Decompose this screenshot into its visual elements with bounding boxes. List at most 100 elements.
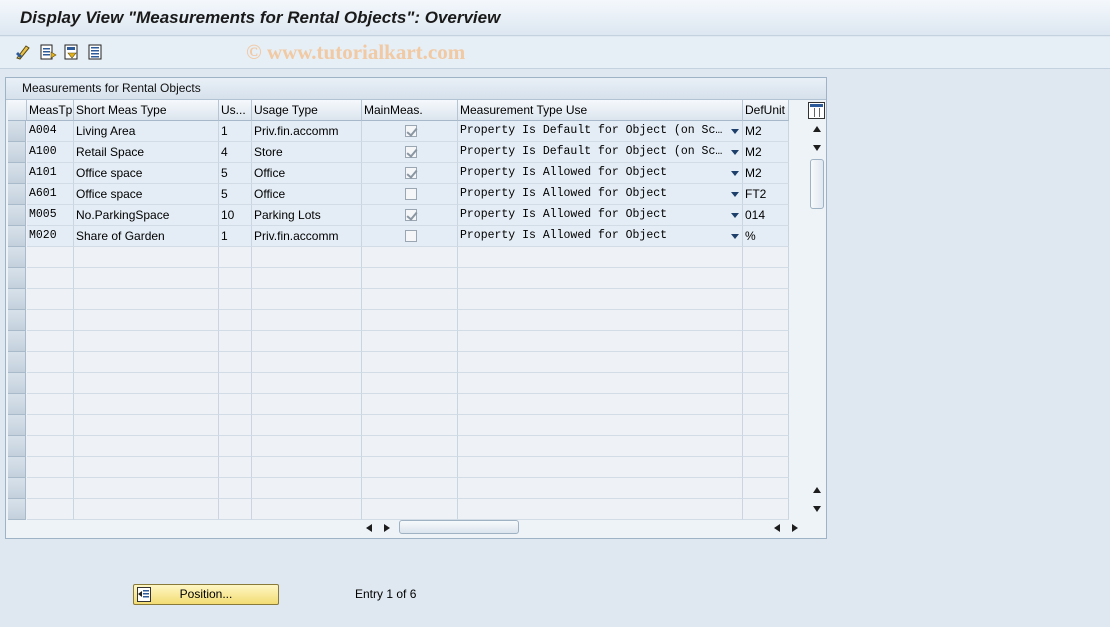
row-selector[interactable] xyxy=(8,268,26,289)
meastp-cell: A101 xyxy=(27,163,74,184)
empty-cell xyxy=(74,436,219,457)
row-selector[interactable] xyxy=(8,121,26,142)
measurement-type-use-dropdown[interactable]: Property Is Allowed for Object xyxy=(458,205,743,226)
empty-cell xyxy=(74,415,219,436)
dropdown-arrow-icon[interactable] xyxy=(731,234,739,239)
scroll-left-icon[interactable] xyxy=(366,524,372,532)
main-measurement-checkbox-cell xyxy=(362,184,458,205)
main-measurement-checkbox[interactable] xyxy=(404,230,417,242)
header-meastp[interactable]: MeasTp xyxy=(27,100,74,121)
empty-cell xyxy=(219,268,252,289)
details-button[interactable] xyxy=(39,43,57,61)
vertical-scrollbar[interactable] xyxy=(809,122,826,518)
edit-glasses-button[interactable] xyxy=(15,43,33,61)
empty-cell xyxy=(362,373,458,394)
header-usage-type[interactable]: Usage Type xyxy=(252,100,362,121)
header-short-meas-type[interactable]: Short Meas Type xyxy=(74,100,219,121)
measurement-type-use-dropdown[interactable]: Property Is Default for Object (on Sc… xyxy=(458,121,743,142)
header-usage-code[interactable]: Us... xyxy=(219,100,252,121)
header-default-unit[interactable]: DefUnit xyxy=(743,100,789,121)
entry-counter: Entry 1 of 6 xyxy=(355,587,417,601)
header-main-measurement[interactable]: MainMeas. xyxy=(362,100,458,121)
main-measurement-checkbox-cell xyxy=(362,142,458,163)
row-selector[interactable] xyxy=(8,205,26,226)
scroll-page-up-icon[interactable] xyxy=(813,487,821,493)
short-meas-type-cell: No.ParkingSpace xyxy=(74,205,219,226)
details-icon xyxy=(40,44,57,60)
next-entry-icon xyxy=(88,44,102,60)
empty-cell xyxy=(74,394,219,415)
scroll-up-icon[interactable] xyxy=(813,126,821,132)
main-measurement-checkbox[interactable] xyxy=(404,167,417,179)
measurement-type-use-value: Property Is Default for Object (on Sc… xyxy=(460,145,723,158)
row-selector[interactable] xyxy=(8,247,26,268)
row-selector[interactable] xyxy=(8,289,26,310)
measurements-table: MeasTp Short Meas Type Us... Usage Type Main… xyxy=(8,100,789,520)
row-selector[interactable] xyxy=(8,457,26,478)
row-selector[interactable] xyxy=(8,331,26,352)
dropdown-arrow-icon[interactable] xyxy=(731,213,739,218)
main-measurement-checkbox[interactable] xyxy=(404,209,417,221)
scroll-far-left-icon[interactable] xyxy=(774,524,780,532)
scroll-page-down-icon[interactable] xyxy=(813,506,821,512)
header-measurement-type-use[interactable]: Measurement Type Use xyxy=(458,100,743,121)
row-selector[interactable] xyxy=(8,163,26,184)
main-measurement-checkbox[interactable] xyxy=(404,188,417,200)
measurement-type-use-value: Property Is Allowed for Object xyxy=(460,166,668,179)
dropdown-arrow-icon[interactable] xyxy=(731,129,739,134)
empty-cell xyxy=(219,310,252,331)
empty-cell xyxy=(743,331,789,352)
empty-cell xyxy=(252,478,362,499)
empty-cell xyxy=(219,247,252,268)
empty-cell xyxy=(74,247,219,268)
previous-entry-button[interactable] xyxy=(63,43,81,61)
empty-cell xyxy=(743,415,789,436)
vertical-scroll-thumb[interactable] xyxy=(810,159,824,209)
empty-cell xyxy=(74,352,219,373)
measurement-type-use-value: Property Is Allowed for Object xyxy=(460,229,668,242)
row-selector[interactable] xyxy=(8,415,26,436)
dropdown-arrow-icon[interactable] xyxy=(731,171,739,176)
main-measurement-checkbox[interactable] xyxy=(404,146,417,158)
row-selector[interactable] xyxy=(8,373,26,394)
row-selector[interactable] xyxy=(8,226,26,247)
row-selector[interactable] xyxy=(8,478,26,499)
watermark: © www.tutorialkart.com xyxy=(246,40,466,64)
default-unit-cell: M2 xyxy=(743,121,789,142)
row-selector[interactable] xyxy=(8,310,26,331)
position-button[interactable]: Position... xyxy=(133,584,279,605)
scroll-far-right-icon[interactable] xyxy=(792,524,798,532)
dropdown-arrow-icon[interactable] xyxy=(731,192,739,197)
measurement-type-use-dropdown[interactable]: Property Is Default for Object (on Sc… xyxy=(458,142,743,163)
measurement-type-use-dropdown[interactable]: Property Is Allowed for Object xyxy=(458,163,743,184)
row-selector[interactable] xyxy=(8,352,26,373)
main-measurement-checkbox-cell xyxy=(362,163,458,184)
empty-cell xyxy=(458,247,743,268)
measurement-type-use-value: Property Is Allowed for Object xyxy=(460,187,668,200)
empty-cell xyxy=(252,289,362,310)
usage-type-cell: Office xyxy=(252,184,362,205)
window-title: Display View "Measurements for Rental Ob… xyxy=(20,8,501,27)
short-meas-type-cell: Retail Space xyxy=(74,142,219,163)
select-all-corner[interactable] xyxy=(8,100,27,121)
next-entry-button[interactable] xyxy=(87,43,105,61)
empty-cell xyxy=(743,478,789,499)
horizontal-scroll-thumb[interactable] xyxy=(399,520,519,534)
empty-cell xyxy=(27,478,74,499)
dropdown-arrow-icon[interactable] xyxy=(731,150,739,155)
measurement-type-use-dropdown[interactable]: Property Is Allowed for Object xyxy=(458,184,743,205)
scroll-right-icon[interactable] xyxy=(384,524,390,532)
usage-code-cell: 5 xyxy=(219,163,252,184)
table-title: Measurements for Rental Objects xyxy=(6,78,826,100)
short-meas-type-cell: Office space xyxy=(74,163,219,184)
row-selector[interactable] xyxy=(8,184,26,205)
measurement-type-use-dropdown[interactable]: Property Is Allowed for Object xyxy=(458,226,743,247)
scroll-down-icon[interactable] xyxy=(813,145,821,151)
table-settings-icon[interactable] xyxy=(808,102,825,119)
row-selector[interactable] xyxy=(8,436,26,457)
main-measurement-checkbox[interactable] xyxy=(404,125,417,137)
row-selector[interactable] xyxy=(8,394,26,415)
empty-cell xyxy=(27,310,74,331)
row-selector[interactable] xyxy=(8,142,26,163)
row-selector[interactable] xyxy=(8,499,26,520)
